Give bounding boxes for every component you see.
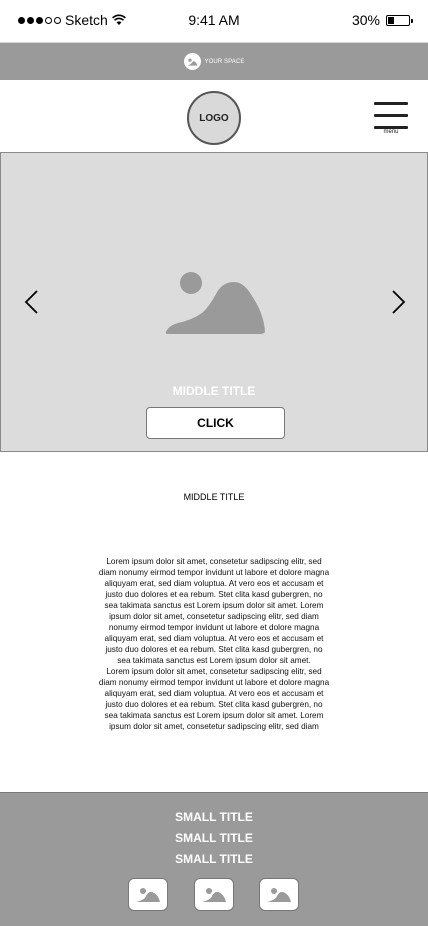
body-text-line: Lorem ipsum dolor sit amet, consetetur s… <box>106 557 322 566</box>
image-placeholder-icon <box>165 272 265 334</box>
body-text-line: sea takimata sanctus est Lorem ipsum dol… <box>104 711 324 720</box>
battery-fill <box>388 16 394 24</box>
status-right: 30% <box>351 12 413 28</box>
body-text-line: aliquyam erat, sed diam voluptua. At ver… <box>104 689 324 698</box>
body-text-line: sea takimata sanctus est Lorem ipsum dol… <box>104 601 324 610</box>
footer-link-1[interactable] <box>128 878 168 911</box>
image-icon <box>202 887 226 902</box>
body-text-line: aliquyam erat, sed diam voluptua. At ver… <box>104 634 324 643</box>
body-text-line: ipsum dolor sit amet, consetetur sadipsc… <box>109 612 319 621</box>
body-text-line: justo duo dolores et ea rebum. Stet clit… <box>105 645 323 654</box>
body-text-line: diam nonumy eirmod tempor invidunt ut la… <box>98 678 330 687</box>
body-text-line: nonumy eirmod tempor invidunt ut labore … <box>108 623 320 632</box>
section-title: MIDDLE TITLE <box>183 492 245 502</box>
body-text-line: sea takimata sanctus est Lorem ipsum dol… <box>117 656 311 665</box>
body-text-line: justo duo dolores et ea rebum. Stet clit… <box>105 700 323 709</box>
body-text-line: diam nonumy eirmod tempor invidunt ut la… <box>98 568 330 577</box>
battery-percent: 30% <box>351 12 380 28</box>
banner-text: YOUR SPACE <box>204 58 245 65</box>
body-text-line: ipsum dolor sit amet, consetetur sadipsc… <box>109 722 319 731</box>
click-button[interactable]: CLICK <box>146 407 285 439</box>
image-icon <box>136 887 160 902</box>
hamburger-line <box>374 102 408 105</box>
chevron-right-icon[interactable] <box>391 289 407 315</box>
body-text-line: aliquyam erat, sed diam voluptua. At ver… <box>104 579 324 588</box>
footer-link-3[interactable] <box>259 878 299 911</box>
body-text-line: justo duo dolores et ea rebum. Stet clit… <box>105 590 323 599</box>
status-bar: Sketch 9:41 AM 30% <box>0 0 428 43</box>
body-text-line: Lorem ipsum dolor sit amet, consetetur s… <box>106 667 322 676</box>
logo[interactable]: LOGO <box>187 91 241 145</box>
top-banner[interactable]: YOUR SPACE <box>0 43 428 80</box>
image-icon <box>267 887 291 902</box>
footer-title: SMALL TITLE <box>175 852 253 866</box>
image-icon <box>183 53 201 70</box>
menu-label: menu <box>383 129 399 135</box>
menu-button[interactable]: menu <box>374 102 408 138</box>
footer-title: SMALL TITLE <box>175 810 253 824</box>
page: Sketch 9:41 AM 30% YOUR SPACE LOGO menu … <box>0 0 428 926</box>
hero-slider: MIDDLE TITLE CLICK <box>0 153 428 452</box>
hamburger-line <box>374 114 408 117</box>
hero-title: MIDDLE TITLE <box>172 384 256 398</box>
footer-link-2[interactable] <box>194 878 234 911</box>
header: LOGO menu <box>0 80 428 153</box>
footer: SMALL TITLE SMALL TITLE SMALL TITLE <box>0 792 428 926</box>
chevron-left-icon[interactable] <box>23 289 39 315</box>
battery-icon <box>386 14 413 26</box>
body-text: Lorem ipsum dolor sit amet, consetetur s… <box>70 556 358 732</box>
footer-title: SMALL TITLE <box>175 831 253 845</box>
